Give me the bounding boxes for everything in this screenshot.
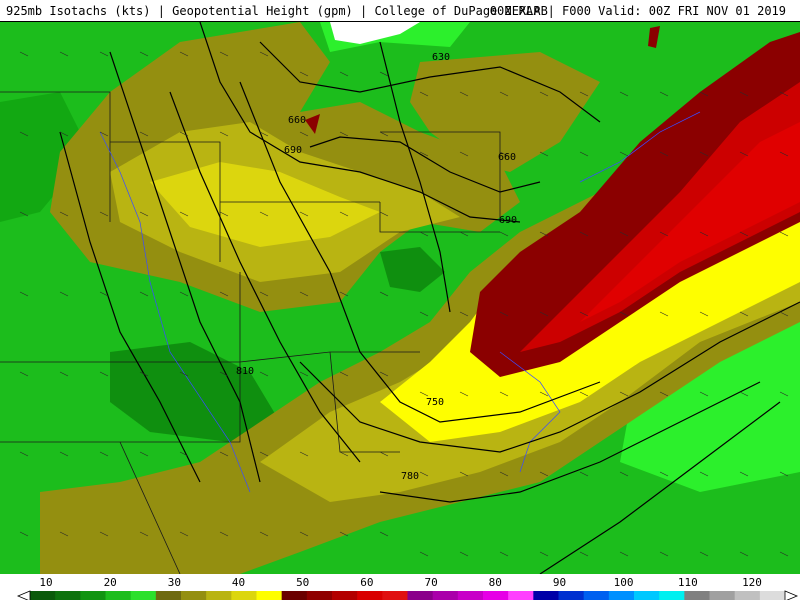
contour-label: 660 [288, 115, 306, 126]
colorbar-swatch [483, 591, 509, 600]
product-title: 925mb Isotachs (kts) | Geopotential Heig… [6, 4, 548, 18]
colorbar-swatch [734, 591, 761, 600]
colorbar-swatch [382, 591, 408, 600]
colorbar-swatch [659, 591, 685, 600]
colorbar-swatch [357, 591, 383, 600]
colorbar-swatch [583, 591, 610, 600]
colorbar-swatch [407, 591, 434, 600]
colorbar-tick-label: 10 [39, 576, 52, 589]
colorbar-swatch [256, 591, 283, 600]
colorbar-left-arrow [16, 590, 31, 600]
colorbar-swatch [608, 591, 635, 600]
map-header: 925mb Isotachs (kts) | Geopotential Heig… [0, 0, 800, 22]
contour-label: 630 [432, 52, 450, 63]
colorbar-swatch [709, 591, 736, 600]
colorbar-swatch [306, 591, 333, 600]
colorbar-tick-label: 100 [614, 576, 634, 589]
colorbar-swatch [684, 591, 710, 600]
colorbar-swatch [155, 591, 182, 600]
colorbar-swatch [130, 591, 157, 600]
isotach-map: 630 660 690 660 690 810 750 780 [0, 22, 800, 574]
colorbar-swatch [558, 591, 585, 600]
colorbar-tick-label: 50 [296, 576, 309, 589]
colorbar-tick-label: 70 [424, 576, 437, 589]
colorbar-swatch [533, 591, 559, 600]
colorbar-swatch [206, 591, 232, 600]
weather-map-viewer: 925mb Isotachs (kts) | Geopotential Heig… [0, 0, 800, 600]
isotach-colorbar: 10 20 30 40 50 60 70 80 90 100 110 120 [0, 574, 800, 600]
colorbar-tick-label: 20 [104, 576, 117, 589]
colorbar-swatch [80, 591, 106, 600]
contour-label: 660 [498, 152, 516, 163]
colorbar-tick-label: 60 [360, 576, 373, 589]
colorbar-swatch [231, 591, 257, 600]
contour-label: 750 [426, 397, 444, 408]
colorbar-tick-label: 120 [742, 576, 762, 589]
colorbar-swatch [634, 591, 660, 600]
model-valid-time: 00Z RAP | F000 Valid: 00Z FRI NOV 01 201… [489, 4, 786, 18]
colorbar-tick-label: 90 [553, 576, 566, 589]
colorbar-tick-label: 80 [489, 576, 502, 589]
colorbar-tick-label: 40 [232, 576, 245, 589]
colorbar-graphic: 10 20 30 40 50 60 70 80 90 100 110 120 [16, 576, 799, 600]
colorbar-swatch [508, 591, 534, 600]
colorbar-swatch [759, 591, 786, 600]
contour-label: 690 [499, 215, 517, 226]
colorbar-swatch [30, 591, 56, 600]
colorbar-tick-label: 30 [168, 576, 181, 589]
colorbar-swatch [55, 591, 81, 600]
colorbar-swatch [432, 591, 459, 600]
contour-label: 810 [236, 366, 254, 377]
contour-label: 690 [284, 145, 302, 156]
colorbar-swatch [105, 591, 132, 600]
colorbar-swatch [181, 591, 207, 600]
colorbar-right-arrow [784, 590, 799, 600]
colorbar-swatch [281, 591, 308, 600]
colorbar-swatch [457, 591, 484, 600]
colorbar-tick-label: 110 [678, 576, 698, 589]
colorbar-swatch [332, 591, 358, 600]
contour-label: 780 [401, 471, 419, 482]
